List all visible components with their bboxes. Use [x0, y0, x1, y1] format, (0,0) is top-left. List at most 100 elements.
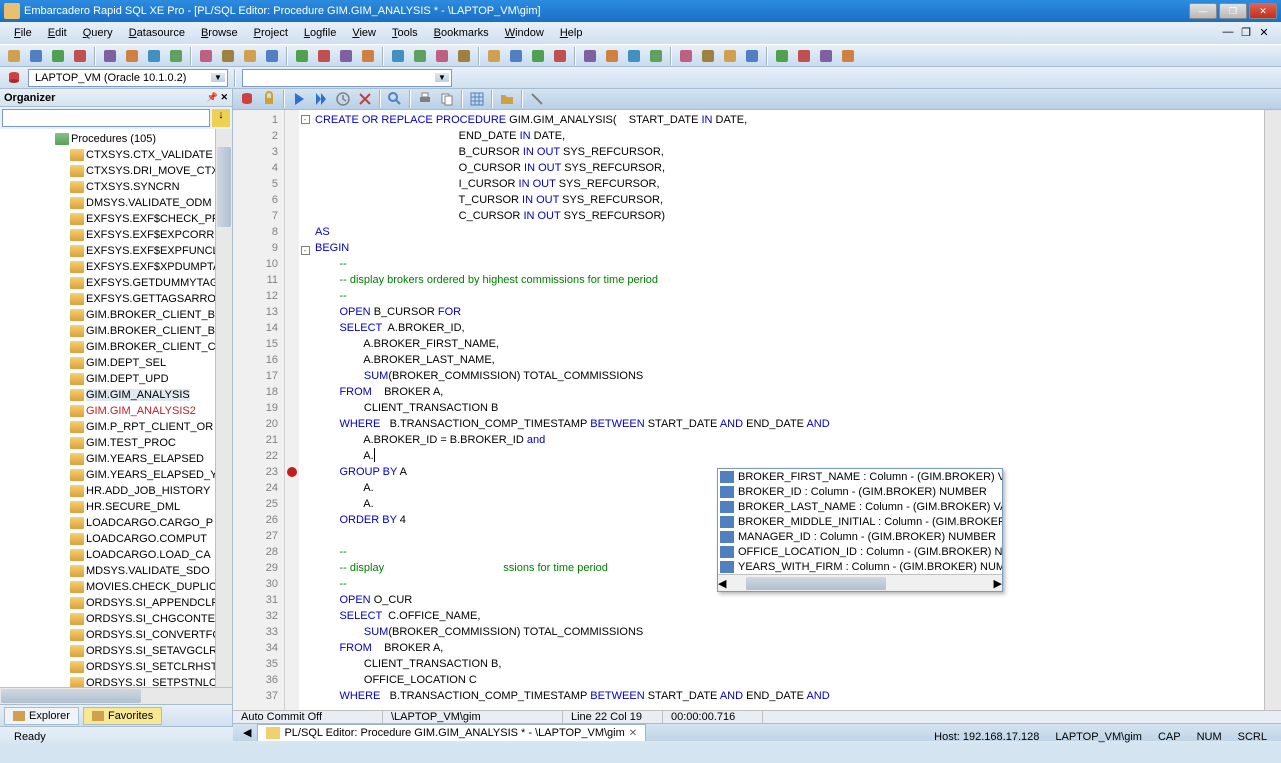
tree-item[interactable]: GIM.YEARS_ELAPSED_Y: [0, 467, 232, 483]
tab-close-button[interactable]: ✕: [629, 728, 637, 739]
breakpoint-column[interactable]: [285, 110, 299, 710]
toolbar-button-27[interactable]: [646, 46, 666, 66]
menu-bookmarks[interactable]: Bookmarks: [426, 25, 497, 41]
database-icon[interactable]: [237, 89, 257, 109]
autocomplete-item[interactable]: YEARS_WITH_FIRM : Column - (GIM.BROKER) …: [718, 559, 1002, 574]
menu-view[interactable]: View: [344, 25, 384, 41]
doc-minimize-button[interactable]: —: [1221, 26, 1235, 40]
toolbar-button-14[interactable]: [336, 46, 356, 66]
toolbar-button-32[interactable]: [772, 46, 792, 66]
autocomplete-item[interactable]: BROKER_ID : Column - (GIM.BROKER) NUMBER: [718, 484, 1002, 499]
menu-datasource[interactable]: Datasource: [121, 25, 193, 41]
menu-edit[interactable]: Edit: [40, 25, 75, 41]
menu-help[interactable]: Help: [552, 25, 591, 41]
tree-item[interactable]: DMSYS.VALIDATE_ODM: [0, 195, 232, 211]
tree-item[interactable]: EXFSYS.EXF$EXPCORRC: [0, 227, 232, 243]
fold-column[interactable]: --: [299, 110, 311, 710]
schema-combo[interactable]: ▼: [242, 69, 452, 87]
toolbar-button-33[interactable]: [794, 46, 814, 66]
autocomplete-item[interactable]: BROKER_FIRST_NAME : Column - (GIM.BROKER…: [718, 469, 1002, 484]
step-icon[interactable]: [311, 89, 331, 109]
toolbar-button-24[interactable]: [580, 46, 600, 66]
datasource-icon[interactable]: [4, 68, 24, 88]
toolbar-button-4[interactable]: [100, 46, 120, 66]
find-icon[interactable]: [385, 89, 405, 109]
clock-icon[interactable]: [333, 89, 353, 109]
tree-item[interactable]: EXFSYS.EXF$EXPFUNCLI: [0, 243, 232, 259]
editor-vscrollbar[interactable]: [1264, 110, 1281, 710]
autocomplete-item[interactable]: BROKER_LAST_NAME : Column - (GIM.BROKER)…: [718, 499, 1002, 514]
tree-item[interactable]: EXFSYS.EXF$XPDUMPTA: [0, 259, 232, 275]
tree-item[interactable]: ORDSYS.SI_APPENDCLF: [0, 595, 232, 611]
tree-item[interactable]: HR.SECURE_DML: [0, 499, 232, 515]
run-icon[interactable]: [289, 89, 309, 109]
tree-item[interactable]: GIM.BROKER_CLIENT_C: [0, 339, 232, 355]
tree-item[interactable]: GIM.GIM_ANALYSIS: [0, 387, 232, 403]
copy-icon[interactable]: [437, 89, 457, 109]
organizer-tab-explorer[interactable]: Explorer: [4, 707, 79, 725]
document-tab[interactable]: PL/SQL Editor: Procedure GIM.GIM_ANALYSI…: [257, 724, 646, 741]
tree-vscrollbar[interactable]: [215, 129, 232, 687]
pin-icon[interactable]: 📌 ✕: [207, 92, 228, 103]
toolbar-button-29[interactable]: [698, 46, 718, 66]
organizer-search-input[interactable]: [2, 109, 210, 127]
stop-icon[interactable]: [355, 89, 375, 109]
toolbar-button-34[interactable]: [816, 46, 836, 66]
toolbar-button-18[interactable]: [432, 46, 452, 66]
menu-logfile[interactable]: Logfile: [296, 25, 344, 41]
toolbar-button-17[interactable]: [410, 46, 430, 66]
close-button[interactable]: ✕: [1249, 3, 1277, 19]
autocomplete-item[interactable]: MANAGER_ID : Column - (GIM.BROKER) NUMBE…: [718, 529, 1002, 544]
tree-item[interactable]: GIM.YEARS_ELAPSED: [0, 451, 232, 467]
autocomplete-item[interactable]: OFFICE_LOCATION_ID : Column - (GIM.BROKE…: [718, 544, 1002, 559]
chevron-down-icon[interactable]: ▼: [211, 73, 225, 82]
tree-item[interactable]: CTXSYS.SYNCRN: [0, 179, 232, 195]
code-editor[interactable]: CREATE OR REPLACE PROCEDURE GIM.GIM_ANAL…: [311, 110, 1264, 710]
menu-query[interactable]: Query: [75, 25, 121, 41]
toolbar-button-7[interactable]: [166, 46, 186, 66]
toolbar-button-3[interactable]: [70, 46, 90, 66]
tree-item[interactable]: CTXSYS.CTX_VALIDATE: [0, 147, 232, 163]
minimize-button[interactable]: —: [1189, 3, 1217, 19]
breakpoint-icon[interactable]: [287, 467, 297, 477]
toolbar-button-19[interactable]: [454, 46, 474, 66]
tree-item[interactable]: CTXSYS.DRI_MOVE_CTX: [0, 163, 232, 179]
tree-root[interactable]: Procedures (105): [0, 131, 232, 147]
tree-item[interactable]: ORDSYS.SI_CONVERTFC: [0, 627, 232, 643]
toolbar-button-31[interactable]: [742, 46, 762, 66]
tree-item[interactable]: EXFSYS.EXF$CHECK_PR: [0, 211, 232, 227]
menu-browse[interactable]: Browse: [193, 25, 246, 41]
tree-item[interactable]: LOADCARGO.CARGO_P: [0, 515, 232, 531]
tree-item[interactable]: GIM.DEPT_SEL: [0, 355, 232, 371]
toolbar-button-5[interactable]: [122, 46, 142, 66]
connection-combo[interactable]: LAPTOP_VM (Oracle 10.1.0.2) ▼: [28, 69, 228, 87]
folder-icon[interactable]: [497, 89, 517, 109]
tree-item[interactable]: MOVIES.CHECK_DUPLIC: [0, 579, 232, 595]
tree-hscrollbar[interactable]: [0, 687, 232, 704]
toolbar-button-2[interactable]: [48, 46, 68, 66]
toolbar-button-25[interactable]: [602, 46, 622, 66]
toolbar-button-0[interactable]: [4, 46, 24, 66]
toolbar-button-28[interactable]: [676, 46, 696, 66]
toolbar-button-12[interactable]: [292, 46, 312, 66]
print-icon[interactable]: [415, 89, 435, 109]
doc-restore-button[interactable]: ❐: [1239, 26, 1253, 40]
toolbar-button-30[interactable]: [720, 46, 740, 66]
tree-item[interactable]: HR.ADD_JOB_HISTORY: [0, 483, 232, 499]
toolbar-button-35[interactable]: [838, 46, 858, 66]
tree-item[interactable]: GIM.P_RPT_CLIENT_OR: [0, 419, 232, 435]
toolbar-button-8[interactable]: [196, 46, 216, 66]
tab-nav-left[interactable]: ◀: [237, 726, 257, 739]
toolbar-button-10[interactable]: [240, 46, 260, 66]
tools-icon[interactable]: [527, 89, 547, 109]
menu-tools[interactable]: Tools: [384, 25, 426, 41]
tree-item[interactable]: GIM.DEPT_UPD: [0, 371, 232, 387]
menu-project[interactable]: Project: [246, 25, 296, 41]
tree-item[interactable]: LOADCARGO.COMPUT: [0, 531, 232, 547]
toolbar-button-22[interactable]: [528, 46, 548, 66]
toolbar-button-9[interactable]: [218, 46, 238, 66]
toolbar-button-16[interactable]: [388, 46, 408, 66]
tree-item[interactable]: EXFSYS.GETDUMMYTAG: [0, 275, 232, 291]
toolbar-button-26[interactable]: [624, 46, 644, 66]
menu-file[interactable]: File: [6, 25, 40, 41]
